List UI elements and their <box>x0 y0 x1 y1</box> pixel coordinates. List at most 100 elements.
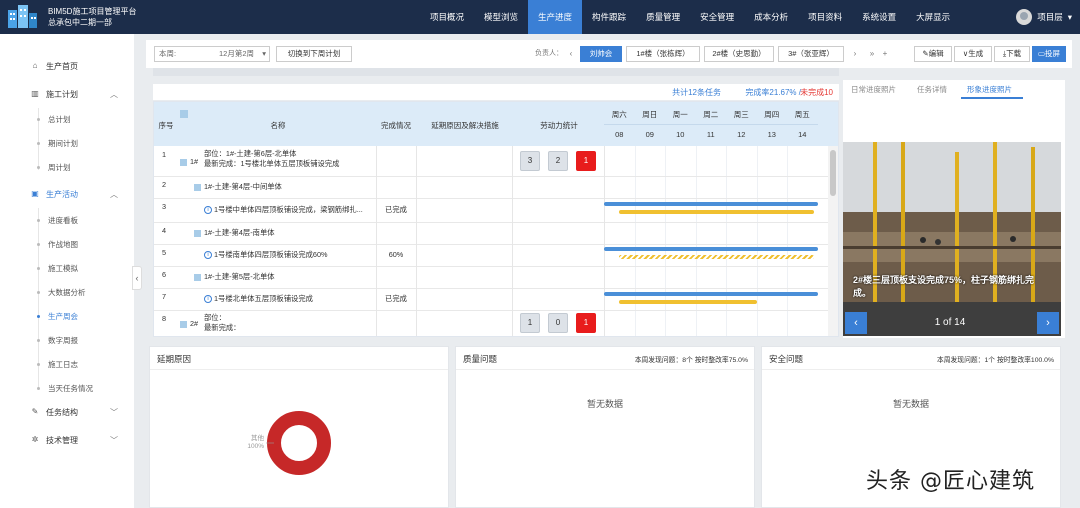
sidebar-subitem-battle-map[interactable]: 作战地图 <box>0 237 134 251</box>
switch-next-week-button[interactable]: 切换到下周计划 <box>276 46 352 62</box>
nav-item-safety[interactable]: 安全管理 <box>690 0 744 34</box>
labor-count-badge[interactable]: 0 <box>548 313 568 333</box>
summary-tasks: 共计12条任务 <box>672 88 721 97</box>
donut-legend: 其他 100% <box>236 435 264 451</box>
day-weekday: 周三 <box>733 110 749 119</box>
sidebar-subitem-weekly-report[interactable]: 数字周报 <box>0 333 134 347</box>
nav-item-cost[interactable]: 成本分析 <box>744 0 798 34</box>
sidebar-item-tech[interactable]: ✲ 技术管理 ﹀ <box>0 432 134 448</box>
weekly-plan-table: 序号 名称 完成情况 延期原因及解决措施 劳动力统计 周六 08 周日 09 周一 10 周… <box>153 101 839 337</box>
monitor-icon: ▣ <box>31 189 39 198</box>
sidebar-item-label: 生产首页 <box>46 61 78 71</box>
sidebar-subitem-week-plan[interactable]: 周计划 <box>0 160 134 174</box>
tab-image-progress[interactable]: 形象进度照片 <box>967 84 1012 95</box>
chevron-left-icon[interactable]: ‹ <box>566 46 576 62</box>
week-select-label: 本周: <box>159 49 177 58</box>
sidebar-subitem-weekly-meeting[interactable]: 生产周会 <box>0 309 134 323</box>
add-tab-button[interactable]: + <box>878 46 892 62</box>
nav-item-quality[interactable]: 质量管理 <box>636 0 690 34</box>
nav-item-bigscreen[interactable]: 大屏显示 <box>906 0 960 34</box>
sidebar-subitem-simulation[interactable]: 施工模拟 <box>0 261 134 275</box>
sidebar-collapse-button[interactable]: ‹ <box>132 266 142 290</box>
day-date: 09 <box>645 130 654 139</box>
labor-count-badge[interactable]: 1 <box>576 151 596 171</box>
nav-item-progress[interactable]: 生产进度 <box>528 0 583 34</box>
day-date: 10 <box>676 130 685 139</box>
row-checkbox[interactable] <box>180 320 187 328</box>
row-checkbox[interactable] <box>194 229 201 237</box>
sidebar: ⌂ 生产首页 ▥ 施工计划 ︿ 总计划 期间计划 周计划 ▣ 生产活动 ︿ 进度… <box>0 34 134 508</box>
sidebar-item-task-structure[interactable]: ✎ 任务结构 ﹀ <box>0 404 134 420</box>
plan-bar-row7 <box>604 292 818 296</box>
col-header-delay: 延期原因及解决措施 <box>431 121 499 130</box>
labor-count-badge[interactable]: 2 <box>548 151 568 171</box>
day-weekday: 周二 <box>703 110 719 119</box>
sidebar-subitem-bigdata[interactable]: 大数据分析 <box>0 285 134 299</box>
delay-donut-chart <box>266 411 331 475</box>
row-checkbox[interactable] <box>180 158 187 166</box>
task-status: 已完成 <box>385 294 407 303</box>
sidebar-subitem-daily-tasks[interactable]: 当天任务情况 <box>0 381 134 395</box>
week-select[interactable]: 本周: 12月第2周 ▾ <box>154 46 270 62</box>
cast-screen-button[interactable]: ▭投屏 <box>1032 46 1066 62</box>
scroll-thumb[interactable] <box>830 150 836 196</box>
task-status: 60% <box>388 250 404 259</box>
app-title-line1: BIM5D施工项目管理平台 <box>48 7 137 16</box>
day-date: 12 <box>737 130 746 139</box>
download-button[interactable]: ⤓下载 <box>994 46 1030 62</box>
day-header-divider <box>604 124 818 125</box>
owner-tab-0[interactable]: 刘帅会 <box>580 46 622 62</box>
owner-tab-1[interactable]: 1#楼（张栋辉） <box>626 46 700 62</box>
labor-count-badge[interactable]: 1 <box>576 313 596 333</box>
sidebar-subitem-construction-log[interactable]: 施工日志 <box>0 357 134 371</box>
labor-count-badge[interactable]: 1 <box>520 313 540 333</box>
nav-item-overview[interactable]: 项目概况 <box>420 0 474 34</box>
plan-bar-row5 <box>604 247 818 251</box>
owner-tab-2[interactable]: 2#楼（史思勤） <box>704 46 774 62</box>
site-photo-illustration <box>843 142 1061 336</box>
next-photo-button[interactable]: › <box>1037 312 1059 334</box>
row-checkbox[interactable] <box>194 183 201 191</box>
task-name: i 1号楼北单体五层顶板铺设完成 <box>204 294 372 304</box>
chevron-right-icon[interactable]: › <box>850 46 860 62</box>
row-number: 2 <box>162 180 167 189</box>
gantt-gridline <box>726 146 727 336</box>
gantt-gridline <box>665 146 666 336</box>
card-divider <box>762 369 1060 370</box>
nav-item-model[interactable]: 模型浏览 <box>474 0 528 34</box>
app-title-line2: 总承包中二期一部 <box>48 18 112 27</box>
task-name: 1#-土建-第4层-中间单体 <box>194 182 374 192</box>
sidebar-subitem-master-plan[interactable]: 总计划 <box>0 112 134 126</box>
sidebar-item-plan[interactable]: ▥ 施工计划 ︿ <box>0 86 134 102</box>
generate-button[interactable]: ∨生成 <box>954 46 992 62</box>
tab-task-details[interactable]: 任务详情 <box>917 84 947 95</box>
row-divider <box>154 222 828 223</box>
nav-item-component[interactable]: 构件跟踪 <box>582 0 636 34</box>
sidebar-item-home[interactable]: ⌂ 生产首页 <box>0 58 134 74</box>
cast-icon: ▭ <box>1037 49 1046 58</box>
row-location: 部位： 最新完成： <box>204 313 241 332</box>
row-divider <box>154 288 828 289</box>
day-weekday: 周六 <box>611 110 627 119</box>
nav-item-settings[interactable]: 系统设置 <box>852 0 906 34</box>
row-group: 2# <box>180 319 198 328</box>
tab-daily-photos[interactable]: 日常进度照片 <box>851 84 896 95</box>
sidebar-item-activity[interactable]: ▣ 生产活动 ︿ <box>0 186 134 202</box>
task-name: i 1号楼中单体四层顶板铺设完成，梁钢筋绑扎... <box>204 205 372 215</box>
row-divider <box>154 176 828 177</box>
user-menu[interactable]: 项目层 ▾ <box>1016 0 1072 34</box>
owner-tab-3[interactable]: 3#（张亚辉） <box>778 46 844 62</box>
row-divider <box>154 336 828 337</box>
nav-item-docs[interactable]: 项目资料 <box>798 0 852 34</box>
col-divider-delay <box>416 146 417 336</box>
table-scrollbar[interactable] <box>828 146 838 336</box>
edit-button[interactable]: ✎编辑 <box>914 46 952 62</box>
info-icon: i <box>204 206 212 215</box>
labor-count-badge[interactable]: 3 <box>520 151 540 171</box>
sidebar-subitem-period-plan[interactable]: 期间计划 <box>0 136 134 150</box>
select-all-checkbox[interactable] <box>180 110 188 118</box>
pencil-icon: ✎ <box>31 407 39 416</box>
row-number: 5 <box>162 248 167 257</box>
sidebar-subitem-board[interactable]: 进度看板 <box>0 213 134 227</box>
row-checkbox[interactable] <box>194 273 201 281</box>
